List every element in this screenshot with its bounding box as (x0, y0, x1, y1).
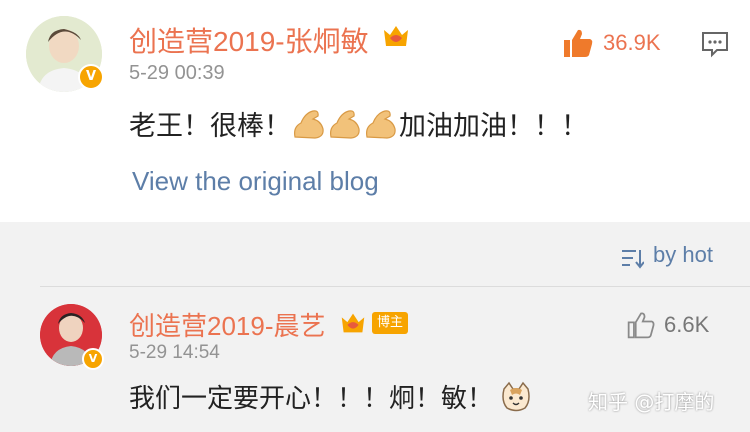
like-button[interactable]: 36.9K (561, 26, 673, 62)
watermark: 知乎 @打摩的 (588, 390, 715, 414)
blogger-tag: 博主 (372, 312, 409, 334)
comment-like-count: 6.6K (664, 312, 710, 337)
comment-author-name[interactable]: 创造营2019-晨艺 (129, 306, 326, 343)
divider (40, 286, 750, 287)
flexed-biceps-emoji (363, 107, 399, 148)
post-card: V 创造营2019-张炯敏 5-29 00:39 36.9K 老王！很棒！ 加油加… (0, 0, 750, 222)
flexed-biceps-emoji (327, 107, 363, 148)
flexed-biceps-emoji (291, 107, 327, 148)
like-count: 36.9K (603, 30, 661, 55)
post-time: 5-29 00:39 (129, 62, 225, 84)
comments-section: by hot V 创造营2019-晨艺 博主 6.6K 5-29 14:54 我… (0, 222, 750, 432)
post-text: 老王！很棒！ 加油加油！！！ (129, 104, 588, 148)
sort-control[interactable]: by hot (620, 242, 730, 272)
sort-icon (622, 250, 644, 269)
crown-badge-icon (338, 308, 368, 338)
comment-time: 5-29 14:54 (129, 342, 220, 363)
sort-label: by hot (653, 242, 713, 267)
verified-badge-icon: V (78, 64, 104, 90)
comment-like-button[interactable]: 6.6K (626, 310, 726, 342)
thumbs-up-icon (627, 312, 655, 339)
comment-text: 我们一定要开心！！！炯！敏！ (129, 378, 532, 420)
thumbs-up-icon (564, 29, 593, 57)
comment-text-body: 我们一定要开心！！！炯！敏！ (129, 383, 494, 413)
view-original-link[interactable]: View the original blog (132, 166, 379, 197)
post-author-name[interactable]: 创造营2019-张炯敏 (129, 20, 369, 60)
cat-face-emoji (500, 381, 532, 420)
post-text-before: 老王！很棒！ (129, 111, 291, 141)
comment-icon[interactable] (701, 30, 729, 58)
post-text-after: 加油加油！！！ (399, 111, 588, 141)
verified-badge-icon: V (82, 348, 104, 370)
crown-badge-icon (380, 20, 412, 52)
